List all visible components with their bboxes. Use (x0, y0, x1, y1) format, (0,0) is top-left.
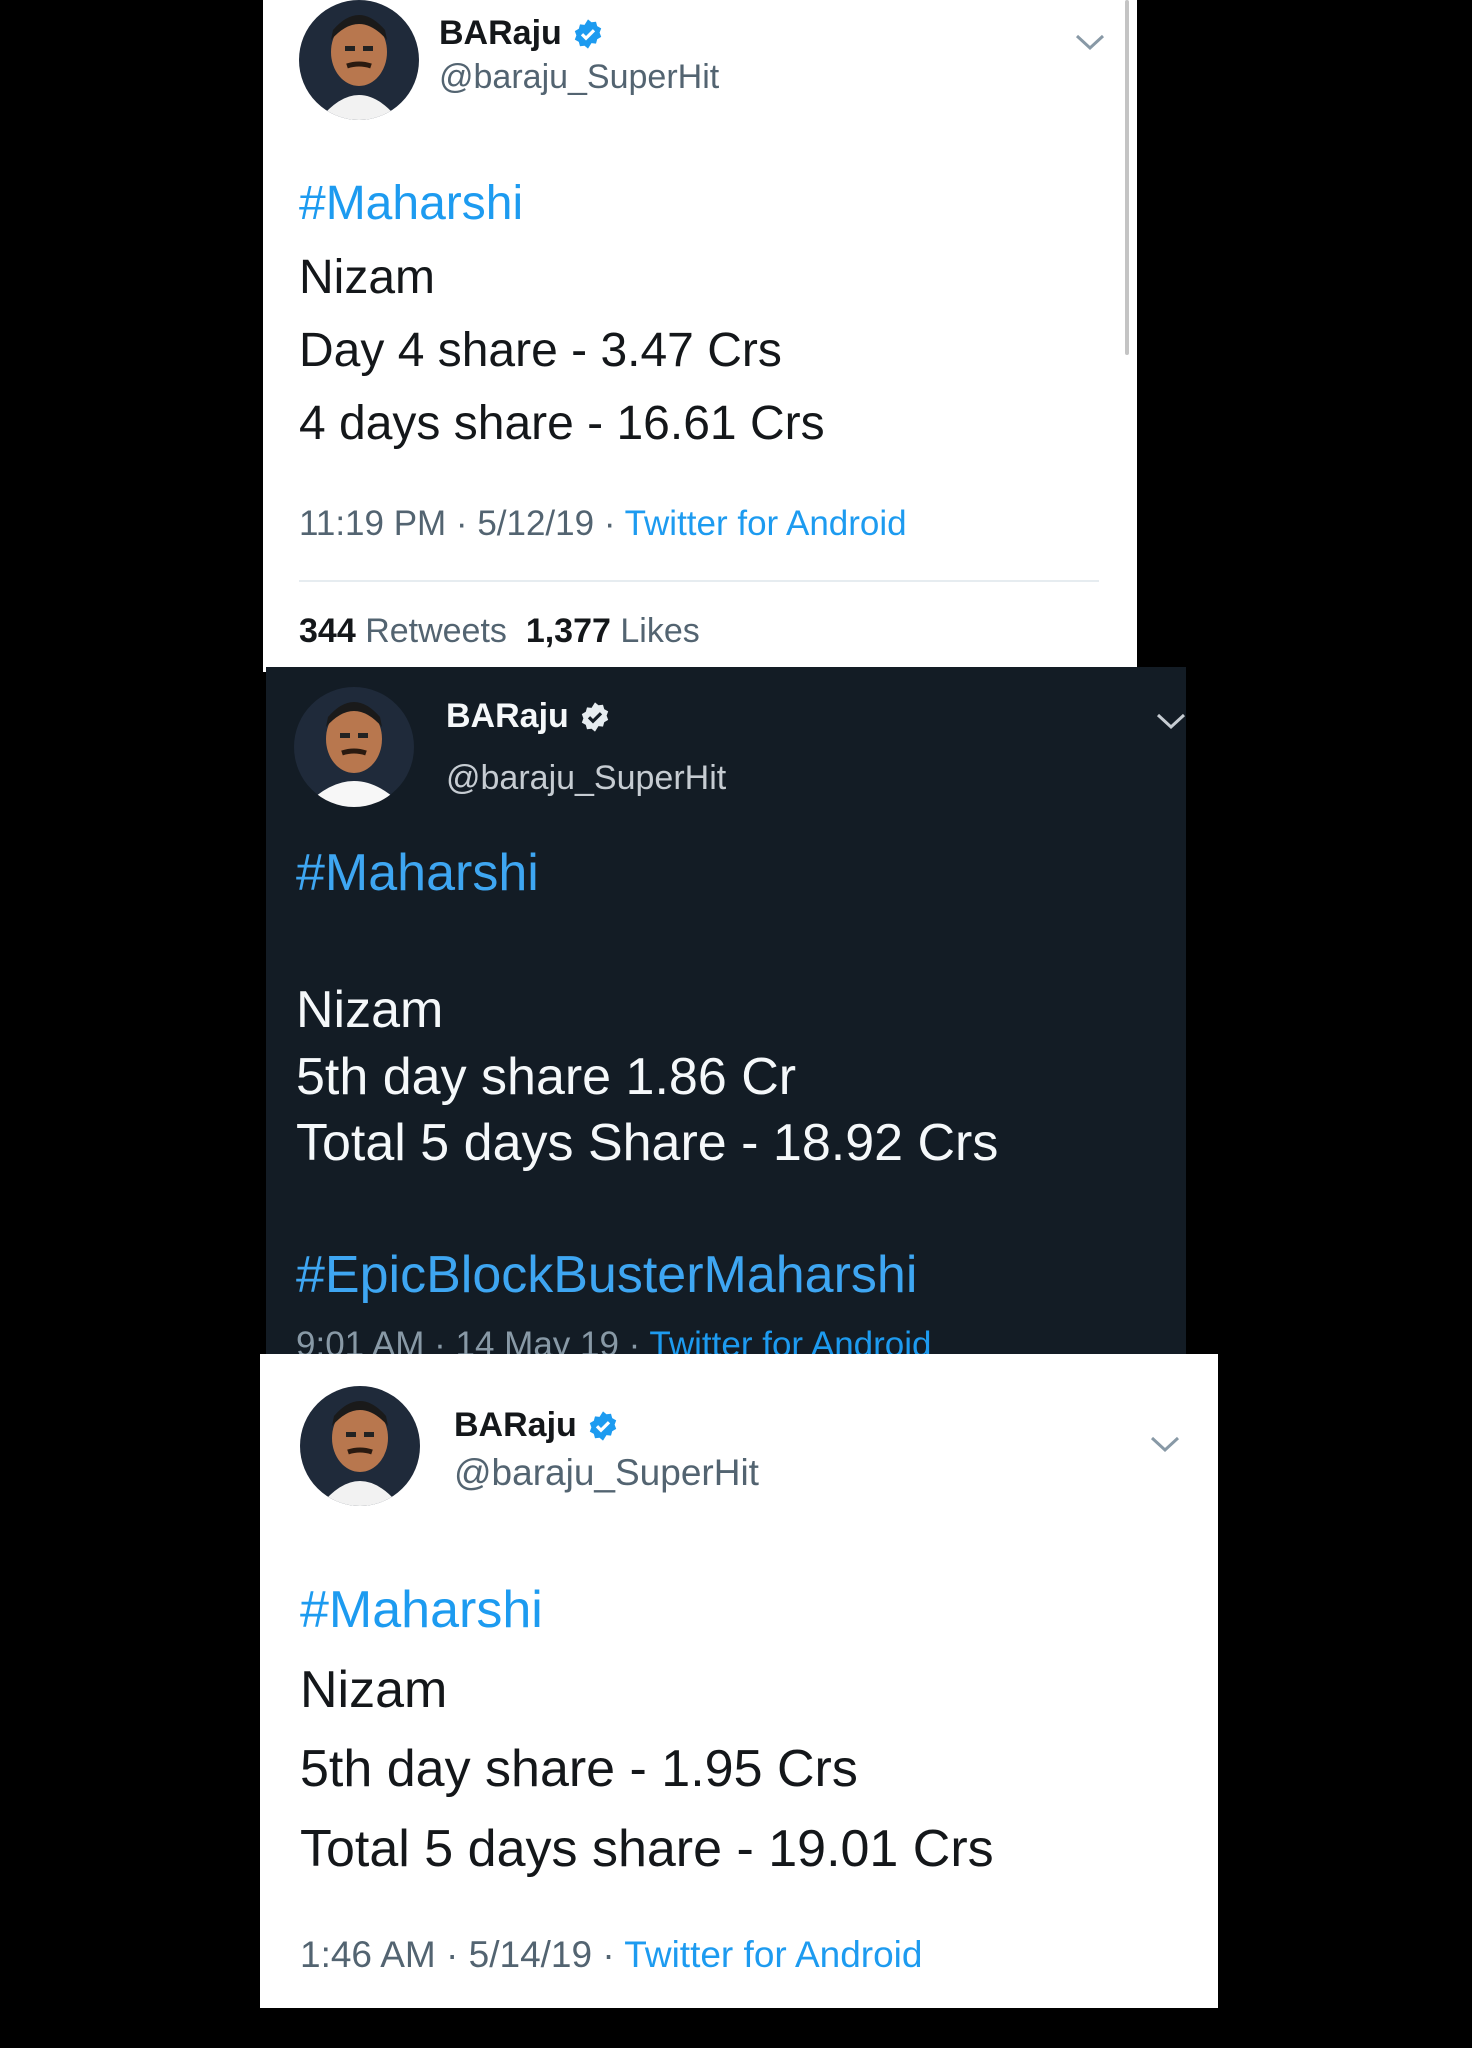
hashtag-link[interactable]: #Maharshi (296, 843, 539, 903)
hashtag-link[interactable]: #Maharshi (300, 1580, 543, 1640)
tweet-line: 4 days share - 16.61 Crs (299, 397, 825, 450)
tweet-line: Day 4 share - 3.47 Crs (299, 324, 782, 377)
tweet-line: Total 5 days share - 19.01 Crs (300, 1820, 994, 1878)
author-name-text: BARaju (454, 1406, 577, 1444)
retweet-count[interactable]: 344 (299, 612, 356, 650)
chevron-down-icon[interactable] (1073, 30, 1107, 54)
likes-label[interactable]: Likes (620, 612, 699, 650)
source-link[interactable]: Twitter for Android (624, 1934, 922, 1975)
scrollbar[interactable] (1125, 0, 1129, 355)
tweet-meta: 11:19 PM · 5/12/19 · Twitter for Android (299, 504, 907, 544)
chevron-down-icon[interactable] (1154, 709, 1186, 733)
tweet-line: Total 5 days Share - 18.92 Crs (296, 1114, 999, 1172)
avatar-photo (299, 0, 419, 120)
tweet-line: Nizam (300, 1661, 448, 1719)
source-link[interactable]: Twitter for Android (649, 1325, 931, 1355)
tweet-card-2[interactable]: BARaju @baraju_SuperHit #Maharshi Nizam … (266, 667, 1186, 1355)
author-name[interactable]: BARaju (439, 14, 604, 53)
verified-badge-icon (589, 1410, 616, 1441)
avatar[interactable] (299, 0, 419, 120)
verified-badge-icon (581, 701, 608, 732)
tweet-meta: 9:01 AM · 14 May 19 · Twitter for Androi… (296, 1325, 932, 1355)
like-count[interactable]: 1,377 (526, 612, 611, 650)
timestamp[interactable]: 11:19 PM · 5/12/19 · (299, 504, 625, 543)
timestamp[interactable]: 1:46 AM · 5/14/19 · (300, 1934, 624, 1975)
tweet-line: Nizam (296, 981, 444, 1039)
chevron-down-icon[interactable] (1148, 1432, 1182, 1456)
tweet-card-3[interactable]: BARaju @baraju_SuperHit #Maharshi Nizam … (260, 1354, 1218, 2008)
hashtag-link[interactable]: #Maharshi (299, 176, 523, 231)
author-handle[interactable]: @baraju_SuperHit (454, 1452, 759, 1494)
tweet-line: 5th day share - 1.95 Crs (300, 1740, 858, 1798)
avatar-photo (294, 687, 414, 807)
avatar[interactable] (294, 687, 414, 807)
retweets-label[interactable]: Retweets (365, 612, 507, 650)
author-name-text: BARaju (439, 14, 562, 52)
hashtag-link[interactable]: #EpicBlockBusterMaharshi (296, 1245, 917, 1305)
tweet-stats: 344 Retweets 1,377 Likes (299, 612, 700, 651)
divider (299, 580, 1099, 582)
tweet-line: 5th day share 1.86 Cr (296, 1048, 797, 1106)
author-name[interactable]: BARaju (446, 697, 611, 736)
avatar[interactable] (300, 1386, 420, 1506)
tweet-meta: 1:46 AM · 5/14/19 · Twitter for Android (300, 1934, 922, 1976)
author-name[interactable]: BARaju (454, 1406, 619, 1445)
timestamp[interactable]: 9:01 AM · 14 May 19 · (296, 1325, 649, 1355)
avatar-photo (300, 1386, 420, 1506)
author-name-text: BARaju (446, 697, 569, 735)
tweet-line: Nizam (299, 251, 436, 304)
tweet-card-1[interactable]: BARaju @baraju_SuperHit #Maharshi Nizam … (263, 0, 1137, 672)
source-link[interactable]: Twitter for Android (625, 504, 907, 543)
author-handle[interactable]: @baraju_SuperHit (446, 759, 726, 798)
author-handle[interactable]: @baraju_SuperHit (439, 58, 719, 97)
verified-badge-icon (574, 18, 601, 49)
